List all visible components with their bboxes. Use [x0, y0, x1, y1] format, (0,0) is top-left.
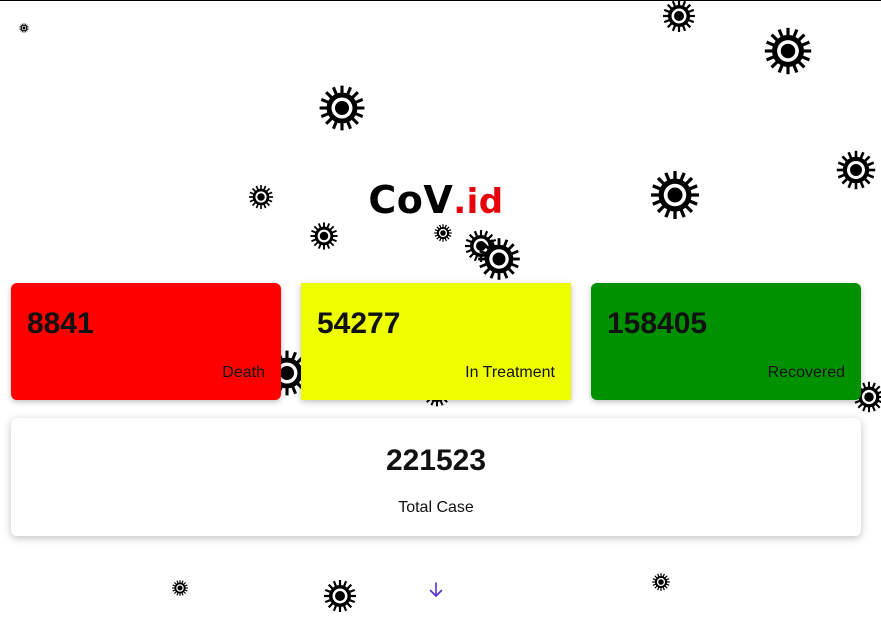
- virus-icon: [171, 579, 189, 597]
- recovered-label: Recovered: [767, 364, 845, 381]
- virus-icon: [318, 84, 366, 132]
- total-card: 221523 Total Case: [11, 418, 861, 536]
- arrow-down-icon[interactable]: [427, 581, 445, 599]
- recovered-card: 158405 Recovered: [591, 283, 861, 400]
- virus-icon: [661, 0, 697, 34]
- logo-text: CoV: [368, 178, 454, 222]
- treatment-label: In Treatment: [465, 364, 555, 381]
- top-border: [0, 0, 881, 1]
- total-label: Total Case: [398, 499, 474, 516]
- site-logo[interactable]: CoV.id: [0, 174, 872, 228]
- death-count: 8841: [27, 307, 94, 340]
- death-label: Death: [222, 364, 265, 381]
- virus-icon: [651, 572, 671, 592]
- logo-suffix: .id: [453, 182, 504, 222]
- treatment-count: 54277: [317, 307, 401, 340]
- recovered-count: 158405: [607, 307, 708, 340]
- virus-icon: [763, 26, 813, 76]
- page: CoV.id 8841 Death 54277 In Treatment 158…: [0, 0, 881, 640]
- virus-icon: [18, 22, 30, 34]
- treatment-card: 54277 In Treatment: [301, 283, 571, 400]
- virus-icon: [322, 578, 358, 614]
- virus-icon: [476, 236, 522, 282]
- death-card: 8841 Death: [11, 283, 281, 400]
- virus-icon: [463, 228, 499, 264]
- total-count: 221523: [385, 444, 487, 477]
